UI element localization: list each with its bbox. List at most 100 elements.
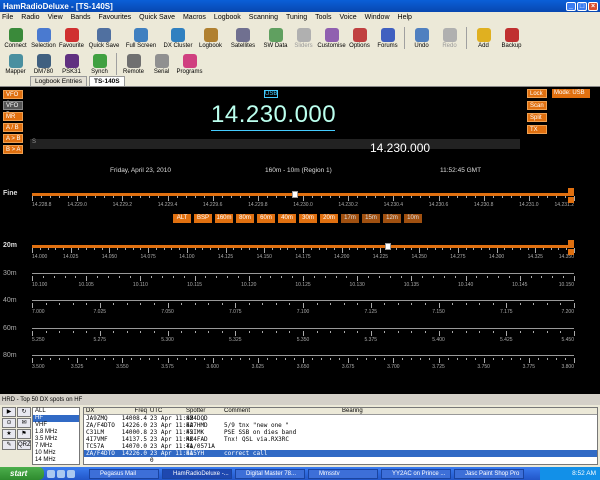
toolbar-button-full-screen[interactable]: Full Screen bbox=[123, 28, 159, 49]
radio-button-lock[interactable]: Lock bbox=[527, 89, 547, 98]
vfo-button-a-b[interactable]: A > B bbox=[3, 134, 23, 143]
toolbar-button-customise[interactable]: Customise bbox=[317, 28, 346, 49]
toolbar-button-sw-data[interactable]: SW Data bbox=[262, 28, 289, 49]
play-icon[interactable]: ▶ bbox=[2, 407, 16, 417]
toolbar-button-redo[interactable]: Redo bbox=[436, 28, 463, 49]
menu-quick-save[interactable]: Quick Save bbox=[139, 14, 175, 21]
dx-header-spotter[interactable]: Spotter bbox=[186, 408, 224, 414]
toolbar-button-dx-cluster[interactable]: DX Cluster bbox=[160, 28, 196, 49]
table-row[interactable]: TC57A 14070.0 23 Apr 11:41 TA/0571A bbox=[84, 443, 597, 450]
dx-header-freq[interactable]: Freq bbox=[116, 408, 150, 414]
minimize-button[interactable]: _ bbox=[566, 1, 576, 11]
refresh-icon[interactable]: ↻ bbox=[17, 407, 31, 417]
dx-band-item[interactable]: 7 MHz bbox=[33, 443, 79, 450]
band-button-bsp[interactable]: BSP bbox=[194, 214, 212, 223]
taskbar-task-digital-master-78[interactable]: Digital Master 78... bbox=[235, 468, 305, 479]
vfo-button-vfo-b[interactable]: VFO B bbox=[3, 101, 23, 118]
tab-ts-140s[interactable]: TS-140S bbox=[88, 76, 125, 86]
toolbar-button-forums[interactable]: Forums bbox=[374, 28, 401, 49]
toolbar-button-options[interactable]: Options bbox=[346, 28, 373, 49]
start-button[interactable]: start bbox=[0, 467, 44, 480]
toolbar-button-programs[interactable]: Programs bbox=[176, 54, 203, 75]
band-button-12m[interactable]: 12m bbox=[383, 214, 401, 223]
menu-window[interactable]: Window bbox=[365, 14, 390, 21]
radio-button-tx[interactable]: TX bbox=[527, 125, 547, 134]
dx-band-item[interactable]: VHF bbox=[33, 422, 79, 429]
qrz-icon[interactable]: QRZ bbox=[17, 440, 31, 450]
dx-band-item[interactable]: 14 MHz bbox=[33, 457, 79, 464]
toolbar-button-logbook[interactable]: Logbook bbox=[197, 28, 224, 49]
menu-macros[interactable]: Macros bbox=[183, 14, 206, 21]
band-button-160m[interactable]: 160m bbox=[215, 214, 233, 223]
tuning-marker[interactable] bbox=[291, 191, 298, 198]
vfo-button-a-b[interactable]: A / B bbox=[3, 123, 23, 132]
maximize-button[interactable]: □ bbox=[577, 1, 587, 11]
taskbar-task-yy2ac-on-prince[interactable]: YY2AC on Prince ... bbox=[381, 468, 451, 479]
toolbar-button-favourite[interactable]: Favourite bbox=[58, 28, 85, 49]
dx-header-dx[interactable]: DX bbox=[84, 408, 116, 414]
toolbar-button-psk31[interactable]: PSK31 bbox=[58, 54, 85, 75]
scale-line-40m[interactable] bbox=[32, 300, 574, 301]
toolbar-button-satellites[interactable]: Satellites bbox=[225, 28, 261, 49]
scale-right-arrow[interactable] bbox=[568, 197, 574, 203]
band-button-10m[interactable]: 10m bbox=[404, 214, 422, 223]
close-button[interactable]: × bbox=[588, 1, 598, 11]
dx-band-item[interactable]: 10 MHz bbox=[33, 450, 79, 457]
menu-help[interactable]: Help bbox=[398, 14, 412, 21]
menu-logbook[interactable]: Logbook bbox=[214, 14, 241, 21]
scale-left-arrow[interactable] bbox=[568, 188, 574, 194]
dx-band-item[interactable]: HF bbox=[33, 415, 79, 422]
band-button-80m[interactable]: 80m bbox=[236, 214, 254, 223]
dx-header-utc[interactable]: UTC bbox=[150, 408, 186, 414]
menu-view[interactable]: View bbox=[48, 14, 63, 21]
menu-tools[interactable]: Tools bbox=[315, 14, 331, 21]
table-row[interactable]: ZA/F4DTO 14226.0 23 Apr 11:41 EA5YH correct … bbox=[84, 450, 597, 457]
desktop-icon[interactable] bbox=[57, 469, 65, 478]
scale-line-60m[interactable] bbox=[32, 328, 574, 329]
main-frequency[interactable]: 14.230.000 bbox=[211, 101, 336, 129]
star-icon[interactable]: ★ bbox=[2, 429, 16, 439]
table-row[interactable]: ZA/F4DTO 14226.0 23 Apr 11:42 EA7HMD 5/9 tnx… bbox=[84, 422, 597, 429]
flag-icon[interactable]: ⚑ bbox=[17, 429, 31, 439]
dx-band-item[interactable]: ALL bbox=[33, 408, 79, 415]
menu-tuning[interactable]: Tuning bbox=[286, 14, 307, 21]
band-button-17m[interactable]: 17m bbox=[341, 214, 359, 223]
dx-band-item[interactable]: 1.8 MHz bbox=[33, 429, 79, 436]
dx-header-comment[interactable]: Comment bbox=[224, 408, 342, 414]
toolbar-button-undo[interactable]: Undo bbox=[408, 28, 435, 49]
menu-favourites[interactable]: Favourites bbox=[98, 14, 131, 21]
vfo-button-b-a[interactable]: B > A bbox=[3, 145, 23, 154]
band-button-30m[interactable]: 30m bbox=[299, 214, 317, 223]
scale-line-30m[interactable] bbox=[32, 273, 574, 274]
media-icon[interactable] bbox=[67, 469, 75, 478]
mode-select[interactable]: Mode: USB bbox=[552, 89, 590, 98]
toolbar-button-backup[interactable]: Backup bbox=[498, 28, 525, 49]
menu-file[interactable]: File bbox=[2, 14, 13, 21]
toolbar-button-quick-save[interactable]: Quick Save bbox=[86, 28, 122, 49]
band-button-20m[interactable]: 20m bbox=[320, 214, 338, 223]
table-row[interactable]: 0 bbox=[84, 457, 597, 464]
edit-icon[interactable]: ✎ bbox=[2, 440, 16, 450]
tuning-marker[interactable] bbox=[385, 243, 392, 250]
toolbar-button-dm780[interactable]: DM780 bbox=[30, 54, 57, 75]
toolbar-button-add[interactable]: Add bbox=[470, 28, 497, 49]
table-row[interactable]: JA9ZMQ 14008.4 23 Apr 11:42 SM4DQD bbox=[84, 415, 597, 422]
toolbar-button-serial[interactable]: Serial bbox=[148, 54, 175, 75]
vfo-button-vfo-a[interactable]: VFO A bbox=[3, 90, 23, 107]
toolbar-button-connect[interactable]: Connect bbox=[2, 28, 29, 49]
toolbar-button-selection[interactable]: Selection bbox=[30, 28, 57, 49]
band-button-60m[interactable]: 60m bbox=[257, 214, 275, 223]
mail-icon[interactable]: ✉ bbox=[17, 418, 31, 428]
toolbar-button-synch[interactable]: Synch bbox=[86, 54, 113, 75]
menu-bands[interactable]: Bands bbox=[71, 14, 91, 21]
toolbar-button-remote[interactable]: Remote bbox=[120, 54, 147, 75]
scale-left-arrow[interactable] bbox=[568, 240, 574, 246]
ie-icon[interactable] bbox=[47, 469, 55, 478]
band-button-15m[interactable]: 15m bbox=[362, 214, 380, 223]
menu-radio[interactable]: Radio bbox=[21, 14, 39, 21]
target-icon[interactable]: ⊙ bbox=[2, 418, 16, 428]
dx-header-bearing[interactable]: Bearing bbox=[342, 408, 402, 414]
scale-line-80m[interactable] bbox=[32, 355, 574, 356]
taskbar-task-pegasus-mail[interactable]: Pegasus Mail bbox=[89, 468, 159, 479]
scale-right-arrow[interactable] bbox=[568, 249, 574, 255]
